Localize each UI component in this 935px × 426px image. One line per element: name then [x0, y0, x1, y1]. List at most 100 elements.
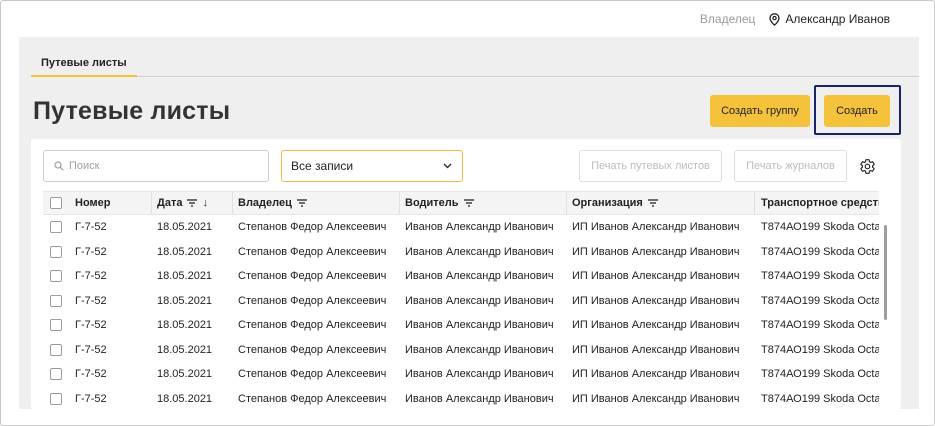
cell-number: Г-7-52: [75, 270, 107, 283]
filter-icon[interactable]: [296, 199, 307, 207]
cell-owner: Степанов Федор Алексеевич: [238, 343, 387, 356]
cell-number: Г-7-52: [75, 245, 107, 258]
column-number[interactable]: Номер: [75, 192, 111, 214]
cell-owner: Степанов Федор Алексеевич: [238, 221, 387, 234]
cell-date: 18.05.2021: [157, 392, 213, 405]
table-row[interactable]: Г-7-52 18.05.2021 Степанов Федор Алексееви…: [43, 338, 879, 363]
filter-icon[interactable]: [647, 199, 658, 207]
cell-organization: ИП Иванов Александр Иванович: [572, 392, 740, 405]
column-divider: [399, 192, 400, 214]
create-button[interactable]: Создать: [824, 95, 890, 127]
search-placeholder: Поиск: [69, 160, 100, 172]
cell-date: 18.05.2021: [157, 319, 213, 332]
gear-icon[interactable]: [859, 158, 876, 175]
records-filter-select[interactable]: Все записи: [281, 150, 463, 182]
cell-vehicle: Т874АО199 Skoda Octavia: [761, 245, 879, 258]
column-divider: [151, 192, 152, 214]
table-header: Номер Дата ↓ Владелец Водитель Организац…: [43, 191, 879, 215]
cell-driver: Иванов Александр Иванович: [405, 368, 554, 381]
cell-owner: Степанов Федор Алексеевич: [238, 294, 387, 307]
row-checkbox[interactable]: [50, 270, 62, 282]
row-checkbox[interactable]: [50, 343, 62, 356]
cell-vehicle: Т874АО199 Skoda Octavia: [761, 319, 879, 332]
chevron-down-icon: [443, 163, 452, 169]
cell-number: Г-7-52: [75, 319, 107, 332]
waybills-panel: Поиск Все записи Печать путевых листов П…: [31, 139, 901, 409]
print-journals-button[interactable]: Печать журналов: [734, 150, 847, 182]
cell-number: Г-7-52: [75, 392, 107, 405]
column-divider: [566, 192, 567, 214]
cell-date: 18.05.2021: [157, 343, 213, 356]
column-divider: [754, 192, 755, 214]
cell-date: 18.05.2021: [157, 245, 213, 258]
table-row[interactable]: Г-7-52 18.05.2021 Степанов Федор Алексееви…: [43, 240, 879, 265]
page-title: Путевые листы: [33, 97, 231, 125]
row-checkbox[interactable]: [50, 221, 62, 233]
select-all-checkbox[interactable]: [50, 197, 62, 209]
cell-driver: Иванов Александр Иванович: [405, 343, 554, 356]
cell-driver: Иванов Александр Иванович: [405, 245, 554, 258]
tab-waybills[interactable]: Путевые листы: [31, 53, 137, 77]
column-organization[interactable]: Организация: [572, 192, 658, 214]
user-name: Александр Иванов: [785, 12, 890, 26]
cell-vehicle: Т874АО199 Skoda Octavia: [761, 392, 879, 405]
search-icon: [54, 161, 64, 171]
cell-organization: ИП Иванов Александр Иванович: [572, 368, 740, 381]
column-vehicle[interactable]: Транспортное средство: [761, 192, 879, 214]
top-bar: Владелец Александр Иванов: [1, 1, 934, 37]
table-scrollbar[interactable]: [884, 225, 887, 320]
main-content: Путевые листы Путевые листы Создать груп…: [19, 37, 919, 409]
column-date[interactable]: Дата ↓: [157, 192, 208, 214]
cell-number: Г-7-52: [75, 343, 107, 356]
cell-driver: Иванов Александр Иванович: [405, 270, 554, 283]
tab-bar: Путевые листы: [31, 53, 919, 77]
create-group-button[interactable]: Создать группу: [710, 95, 810, 127]
user-menu[interactable]: Александр Иванов: [769, 12, 890, 26]
table-row[interactable]: Г-7-52 18.05.2021 Степанов Федор Алексееви…: [43, 215, 879, 240]
cell-owner: Степанов Федор Алексеевич: [238, 270, 387, 283]
cell-driver: Иванов Александр Иванович: [405, 294, 554, 307]
cell-organization: ИП Иванов Александр Иванович: [572, 221, 740, 234]
table-row[interactable]: Г-7-52 18.05.2021 Степанов Федор Алексееви…: [43, 313, 879, 338]
column-divider: [232, 192, 233, 214]
cell-owner: Степанов Федор Алексеевич: [238, 319, 387, 332]
cell-number: Г-7-52: [75, 368, 107, 381]
cell-number: Г-7-52: [75, 221, 107, 234]
cell-vehicle: Т874АО199 Skoda Octavia: [761, 368, 879, 381]
table-row[interactable]: Г-7-52 18.05.2021 Степанов Федор Алексееви…: [43, 264, 879, 289]
row-checkbox[interactable]: [50, 245, 62, 258]
filter-icon[interactable]: [187, 199, 198, 207]
table-row[interactable]: Г-7-52 18.05.2021 Степанов Федор Алексееви…: [43, 289, 879, 314]
cell-vehicle: Т874АО199 Skoda Octavia: [761, 270, 879, 283]
cell-vehicle: Т874АО199 Skoda Octavia: [761, 221, 879, 234]
table-row[interactable]: Г-7-52 18.05.2021 Степанов Федор Алексееви…: [43, 387, 879, 410]
cell-owner: Степанов Федор Алексеевич: [238, 245, 387, 258]
app-window: Владелец Александр Иванов Путевые листы …: [0, 0, 935, 426]
cell-date: 18.05.2021: [157, 270, 213, 283]
cell-organization: ИП Иванов Александр Иванович: [572, 245, 740, 258]
column-driver[interactable]: Водитель: [405, 192, 474, 214]
cell-organization: ИП Иванов Александр Иванович: [572, 343, 740, 356]
row-checkbox[interactable]: [50, 319, 62, 331]
row-checkbox[interactable]: [50, 368, 62, 380]
owner-role-link[interactable]: Владелец: [700, 12, 756, 26]
table-row[interactable]: Г-7-52 18.05.2021 Степанов Федор Алексееви…: [43, 362, 879, 387]
cell-vehicle: Т874АО199 Skoda Octavia: [761, 343, 879, 356]
search-input[interactable]: Поиск: [43, 150, 269, 182]
cell-organization: ИП Иванов Александр Иванович: [572, 319, 740, 332]
sort-desc-icon[interactable]: ↓: [202, 197, 208, 209]
location-pin-icon: [769, 12, 781, 26]
cell-driver: Иванов Александр Иванович: [405, 392, 554, 405]
filter-icon[interactable]: [463, 199, 474, 207]
cell-vehicle: Т874АО199 Skoda Octavia: [761, 294, 879, 307]
print-waybills-button[interactable]: Печать путевых листов: [579, 150, 722, 182]
cell-driver: Иванов Александр Иванович: [405, 221, 554, 234]
cell-owner: Степанов Федор Алексеевич: [238, 392, 387, 405]
records-filter-value: Все записи: [291, 159, 354, 173]
row-checkbox[interactable]: [50, 294, 62, 307]
column-owner[interactable]: Владелец: [238, 192, 307, 214]
row-checkbox[interactable]: [50, 392, 62, 405]
cell-date: 18.05.2021: [157, 221, 213, 234]
cell-organization: ИП Иванов Александр Иванович: [572, 294, 740, 307]
cell-owner: Степанов Федор Алексеевич: [238, 368, 387, 381]
